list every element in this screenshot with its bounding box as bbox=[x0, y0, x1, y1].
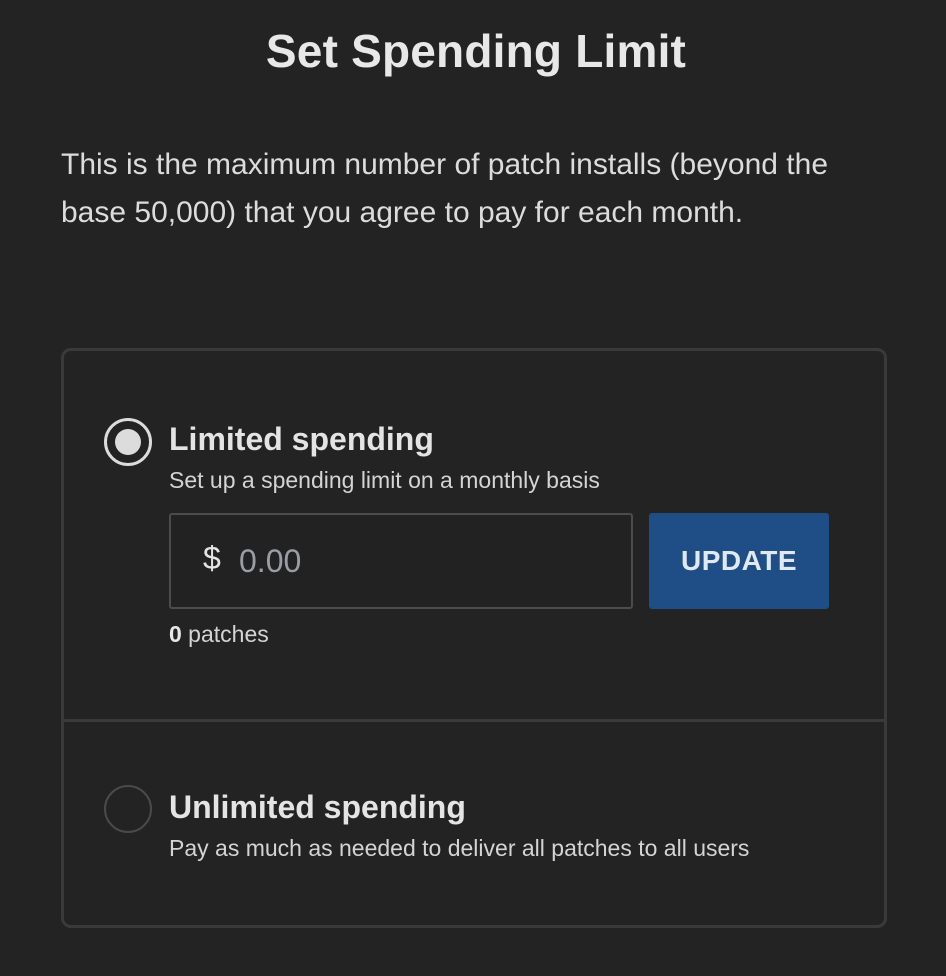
update-button[interactable]: UPDATE bbox=[649, 513, 829, 609]
spending-options-panel: Limited spending Set up a spending limit… bbox=[61, 348, 887, 928]
options-divider bbox=[64, 719, 884, 722]
unlimited-spending-description: Pay as much as needed to deliver all pat… bbox=[169, 835, 750, 861]
spending-limit-field[interactable]: $ bbox=[169, 513, 633, 609]
limited-spending-label[interactable]: Limited spending bbox=[169, 421, 434, 458]
currency-symbol: $ bbox=[203, 540, 221, 576]
page-description: This is the maximum number of patch inst… bbox=[61, 148, 829, 229]
limited-spending-radio[interactable] bbox=[104, 418, 152, 466]
unlimited-spending-radio[interactable] bbox=[104, 785, 152, 833]
patches-count-text: 0 patches bbox=[169, 621, 269, 648]
spending-limit-input[interactable] bbox=[239, 533, 599, 589]
patches-count: 0 bbox=[169, 621, 182, 647]
patches-suffix: patches bbox=[181, 621, 269, 647]
unlimited-spending-label[interactable]: Unlimited spending bbox=[169, 789, 466, 826]
radio-selected-dot bbox=[115, 429, 141, 455]
page-title: Set Spending Limit bbox=[265, 25, 687, 77]
limited-spending-description: Set up a spending limit on a monthly bas… bbox=[169, 467, 600, 493]
